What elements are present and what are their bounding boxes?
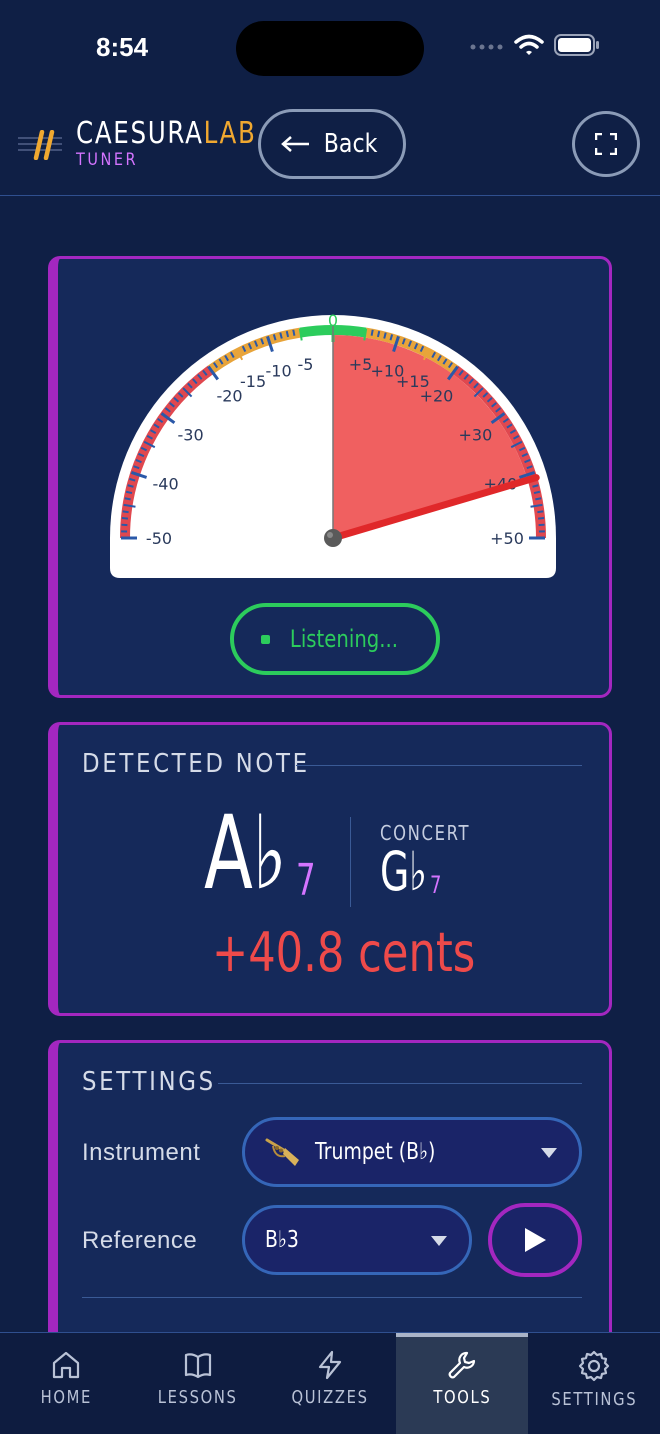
section-divider [296, 765, 582, 766]
dynamic-island [236, 21, 424, 76]
detected-note-card: DETECTED NOTE A♭ 7 CONCERT G♭ 7 +40.8 ce… [48, 722, 612, 1016]
scale-label-m15: -15 [240, 372, 266, 391]
scale-label-p50: +50 [490, 529, 524, 548]
cellular-signal-icon [470, 44, 503, 50]
gauge-tick [533, 490, 541, 495]
gauge-tick [537, 510, 544, 514]
tuner-gauge: 0 +5 +10 +15 +20 +30 +40 +50 -5 -10 -15 … [110, 311, 556, 578]
detected-note-name: A♭ [204, 794, 287, 913]
needle-pivot-highlight [327, 532, 333, 538]
tab-home-label: HOME [40, 1387, 92, 1408]
concert-note-name: G♭ [380, 840, 428, 903]
book-icon [184, 1353, 212, 1379]
scale-label-m30: -30 [178, 426, 204, 445]
tab-home[interactable]: HOME [0, 1333, 132, 1434]
scale-label-p5: +5 [349, 355, 373, 374]
tab-quizzes[interactable]: QUIZZES [264, 1333, 396, 1434]
needle-pivot [324, 529, 342, 547]
gear-icon [578, 1350, 610, 1382]
gauge-tick [312, 326, 315, 334]
instrument-select[interactable]: Trumpet (B♭) [242, 1117, 582, 1187]
detected-note-octave: 7 [296, 855, 316, 906]
tab-lessons[interactable]: LESSONS [132, 1333, 264, 1434]
scale-label-m20: -20 [216, 387, 242, 406]
chevron-down-icon [541, 1148, 557, 1158]
brand-accent: LAB [203, 116, 257, 151]
listening-indicator-icon [260, 634, 270, 644]
scale-label-m10: -10 [266, 362, 292, 381]
tab-quizzes-label: QUIZZES [291, 1387, 369, 1408]
arrow-left-icon [281, 136, 310, 152]
section-divider [218, 1083, 582, 1084]
listening-status-button[interactable]: Listening... [230, 603, 440, 675]
note-divider [350, 817, 351, 907]
gauge-tick [535, 497, 542, 501]
settings-title: SETTINGS [82, 1067, 216, 1097]
detected-note-title: DETECTED NOTE [82, 749, 310, 779]
lightning-icon [318, 1350, 342, 1380]
tuner-card: 0 +5 +10 +15 +20 +30 +40 +50 -5 -10 -15 … [48, 256, 612, 698]
trumpet-icon [265, 1138, 299, 1166]
gauge-tick [124, 497, 131, 501]
gauge-tick [122, 510, 129, 514]
gauge-tick [376, 330, 381, 338]
instrument-label: Instrument [82, 1139, 201, 1166]
gauge-tick [285, 330, 290, 338]
play-icon [525, 1228, 546, 1252]
gauge-tick [292, 329, 296, 336]
section-divider [82, 1297, 582, 1298]
home-icon [52, 1351, 80, 1379]
app-header: CAESURALAB TUNER Back [0, 100, 660, 196]
page-subtitle: TUNER [76, 150, 139, 170]
tab-tools-label: TOOLS [432, 1387, 492, 1408]
back-button[interactable]: Back [258, 109, 406, 179]
tab-lessons-label: LESSONS [158, 1387, 238, 1408]
gauge-tick [537, 517, 545, 520]
settings-card: SETTINGS Instrument Trumpet (B♭) Referen… [48, 1040, 612, 1370]
status-icons [470, 34, 600, 56]
gauge-tick [357, 327, 361, 334]
gauge-tick [121, 517, 129, 520]
wrench-icon [448, 1351, 476, 1379]
scale-label-0: 0 [328, 311, 338, 330]
brand-name: CAESURALAB [76, 116, 256, 151]
gauge-tick [351, 326, 354, 334]
fullscreen-button[interactable] [572, 111, 640, 177]
fullscreen-icon [595, 133, 617, 155]
gauge-tick [125, 490, 133, 495]
scale-label-p20: +20 [420, 387, 454, 406]
gauge-tick [370, 329, 374, 336]
tab-settings-label: SETTINGS [551, 1389, 637, 1410]
bottom-tab-bar: HOME LESSONS QUIZZES TOOLS SETTINGS [0, 1332, 660, 1434]
reference-label: Reference [82, 1227, 198, 1254]
play-reference-button[interactable] [488, 1203, 582, 1277]
battery-icon [554, 34, 599, 56]
cents-deviation: +40.8 cents [212, 921, 476, 984]
scale-label-p30: +30 [459, 426, 493, 445]
wifi-icon [514, 34, 544, 55]
reference-select[interactable]: B♭3 [242, 1205, 472, 1275]
brand-primary: CAESURA [76, 116, 204, 151]
status-time: 8:54 [96, 32, 149, 62]
listening-label: Listening... [289, 625, 398, 653]
scale-label-m40: -40 [153, 475, 179, 494]
reference-value: B♭3 [265, 1227, 299, 1253]
back-button-label: Back [324, 129, 378, 159]
instrument-value: Trumpet (B♭) [315, 1139, 436, 1165]
concert-note-octave: 7 [430, 871, 442, 899]
caesura-logo-icon [18, 130, 62, 160]
tab-settings[interactable]: SETTINGS [528, 1333, 660, 1434]
scale-label-m5: -5 [297, 355, 313, 374]
scale-label-m50: -50 [146, 529, 172, 548]
chevron-down-icon [431, 1236, 447, 1246]
status-bar: 8:54 [0, 0, 660, 96]
tab-tools[interactable]: TOOLS [396, 1333, 528, 1434]
gauge-tick [305, 327, 309, 334]
